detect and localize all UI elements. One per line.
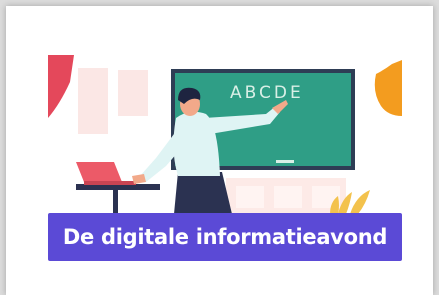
- chalk-tray: [276, 160, 294, 163]
- wall-frame-middle: [118, 70, 148, 116]
- banner-title: De digitale informatieavond: [62, 225, 388, 249]
- wall-frame-left: [78, 68, 108, 134]
- laptop-base: [84, 181, 136, 185]
- teacher-pants: [174, 172, 232, 214]
- cabinet-door: [274, 186, 302, 208]
- chalkboard-letters: ABCDE: [230, 83, 304, 103]
- teacher-hand: [132, 174, 146, 184]
- cabinet-door: [236, 186, 264, 208]
- laptop-icon: [76, 162, 122, 182]
- title-banner: De digitale informatieavond: [48, 213, 402, 261]
- right-curtain: [374, 60, 402, 116]
- left-curtain: [48, 55, 74, 118]
